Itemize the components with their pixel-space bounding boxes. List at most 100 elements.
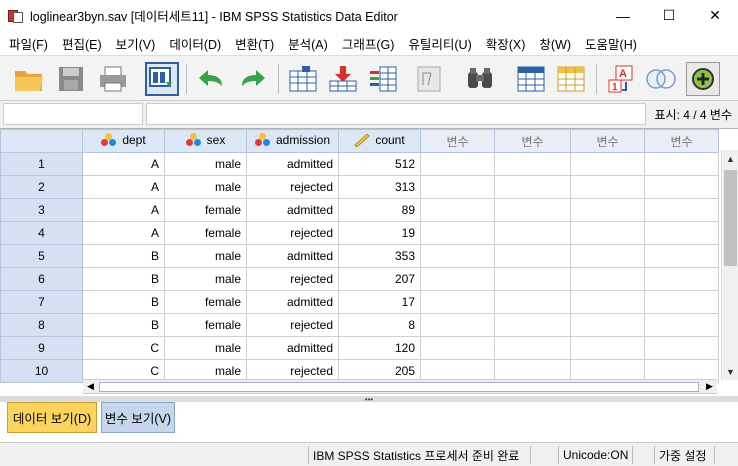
cell-empty[interactable] <box>644 175 719 199</box>
cell-empty[interactable] <box>570 175 645 199</box>
cell-empty[interactable] <box>420 290 495 314</box>
column-header-admission[interactable]: admission <box>246 129 339 153</box>
chart-builder-icon[interactable] <box>412 62 446 96</box>
column-header-count[interactable]: count <box>338 129 421 153</box>
cell-count[interactable]: 120 <box>338 336 421 360</box>
tab-data-view[interactable]: 데이터 보기(D) <box>7 402 97 433</box>
cell-empty[interactable] <box>494 198 571 222</box>
menu-file[interactable]: 파일(F) <box>2 34 55 53</box>
cell-admission[interactable]: rejected <box>246 313 339 337</box>
open-folder-icon[interactable] <box>12 62 46 96</box>
cell-sex[interactable]: male <box>164 336 247 360</box>
cell-count[interactable]: 19 <box>338 221 421 245</box>
scroll-down-icon[interactable]: ▼ <box>722 363 738 380</box>
insert-variable-icon[interactable] <box>554 62 588 96</box>
cell-admission[interactable]: admitted <box>246 336 339 360</box>
cell-empty[interactable] <box>420 267 495 291</box>
row-number-cell[interactable]: 7 <box>0 290 83 314</box>
row-number-cell[interactable]: 2 <box>0 175 83 199</box>
use-sets-icon[interactable] <box>644 62 678 96</box>
cell-admission[interactable]: admitted <box>246 244 339 268</box>
cell-count[interactable]: 353 <box>338 244 421 268</box>
recall-dialog-icon[interactable] <box>145 62 179 96</box>
menu-view[interactable]: 보기(V) <box>109 34 163 53</box>
cell-dept[interactable]: B <box>82 267 165 291</box>
cell-empty[interactable] <box>494 267 571 291</box>
cell-sex[interactable]: female <box>164 313 247 337</box>
print-icon[interactable] <box>96 62 130 96</box>
cell-empty[interactable] <box>644 221 719 245</box>
row-number-cell[interactable]: 5 <box>0 244 83 268</box>
column-header-sex[interactable]: sex <box>164 129 247 153</box>
cell-dept[interactable]: B <box>82 313 165 337</box>
menu-transform[interactable]: 변환(T) <box>228 34 281 53</box>
variables-icon[interactable] <box>366 62 400 96</box>
cell-empty[interactable] <box>570 267 645 291</box>
cell-admission[interactable]: admitted <box>246 290 339 314</box>
cell-sex[interactable]: male <box>164 244 247 268</box>
row-number-cell[interactable]: 3 <box>0 198 83 222</box>
cell-sex[interactable]: male <box>164 175 247 199</box>
cell-dept[interactable]: A <box>82 152 165 176</box>
cell-sex[interactable]: female <box>164 290 247 314</box>
menu-graphs[interactable]: 그래프(G) <box>335 34 402 53</box>
show-all-variables-icon[interactable] <box>686 62 720 96</box>
horizontal-scroll-thumb[interactable] <box>99 382 699 392</box>
redo-icon[interactable] <box>236 62 270 96</box>
vertical-scroll-thumb[interactable] <box>724 170 737 266</box>
row-number-cell[interactable]: 1 <box>0 152 83 176</box>
menu-help[interactable]: 도움말(H) <box>578 34 644 53</box>
cell-dept[interactable]: A <box>82 221 165 245</box>
cell-empty[interactable] <box>644 313 719 337</box>
cell-empty[interactable] <box>494 244 571 268</box>
column-header-empty[interactable]: 변수 <box>644 129 719 153</box>
menu-data[interactable]: 데이터(D) <box>162 34 228 53</box>
column-header-empty[interactable]: 변수 <box>420 129 495 153</box>
menu-edit[interactable]: 편집(E) <box>55 34 109 53</box>
row-number-cell[interactable]: 9 <box>0 336 83 360</box>
cell-empty[interactable] <box>570 198 645 222</box>
column-header-empty[interactable]: 변수 <box>570 129 645 153</box>
cell-sex[interactable]: male <box>164 152 247 176</box>
menu-analyze[interactable]: 분석(A) <box>281 34 335 53</box>
cell-value-field[interactable] <box>146 103 646 125</box>
cell-empty[interactable] <box>570 152 645 176</box>
maximize-button[interactable]: ☐ <box>646 0 692 31</box>
find-icon[interactable] <box>463 62 497 96</box>
cell-empty[interactable] <box>494 152 571 176</box>
cell-empty[interactable] <box>420 152 495 176</box>
cell-empty[interactable] <box>644 267 719 291</box>
save-icon[interactable] <box>54 62 88 96</box>
horizontal-scrollbar[interactable]: ◀ ▶ <box>83 379 717 394</box>
cell-empty[interactable] <box>420 244 495 268</box>
menu-utilities[interactable]: 유틸리티(U) <box>401 34 478 53</box>
cell-dept[interactable]: B <box>82 290 165 314</box>
scroll-left-icon[interactable]: ◀ <box>83 380 98 393</box>
cell-admission[interactable]: admitted <box>246 152 339 176</box>
column-header-empty[interactable]: 변수 <box>494 129 571 153</box>
cell-admission[interactable]: rejected <box>246 221 339 245</box>
cell-admission[interactable]: rejected <box>246 175 339 199</box>
cell-empty[interactable] <box>570 244 645 268</box>
cell-empty[interactable] <box>644 152 719 176</box>
cell-count[interactable]: 89 <box>338 198 421 222</box>
cell-empty[interactable] <box>570 313 645 337</box>
cell-empty[interactable] <box>420 313 495 337</box>
insert-cases-icon[interactable] <box>514 62 548 96</box>
undo-icon[interactable] <box>194 62 228 96</box>
close-button[interactable]: ✕ <box>692 0 738 31</box>
row-number-cell[interactable]: 8 <box>0 313 83 337</box>
cell-count[interactable]: 8 <box>338 313 421 337</box>
cell-empty[interactable] <box>494 313 571 337</box>
cell-empty[interactable] <box>570 221 645 245</box>
goto-case-icon[interactable] <box>286 62 320 96</box>
vertical-scrollbar[interactable]: ▲ ▼ <box>721 150 738 380</box>
cell-sex[interactable]: female <box>164 198 247 222</box>
menu-window[interactable]: 창(W) <box>532 34 578 53</box>
cell-empty[interactable] <box>644 198 719 222</box>
cell-empty[interactable] <box>420 336 495 360</box>
cell-count[interactable]: 313 <box>338 175 421 199</box>
tab-variable-view[interactable]: 변수 보기(V) <box>101 402 175 433</box>
cell-dept[interactable]: C <box>82 336 165 360</box>
cell-empty[interactable] <box>644 290 719 314</box>
